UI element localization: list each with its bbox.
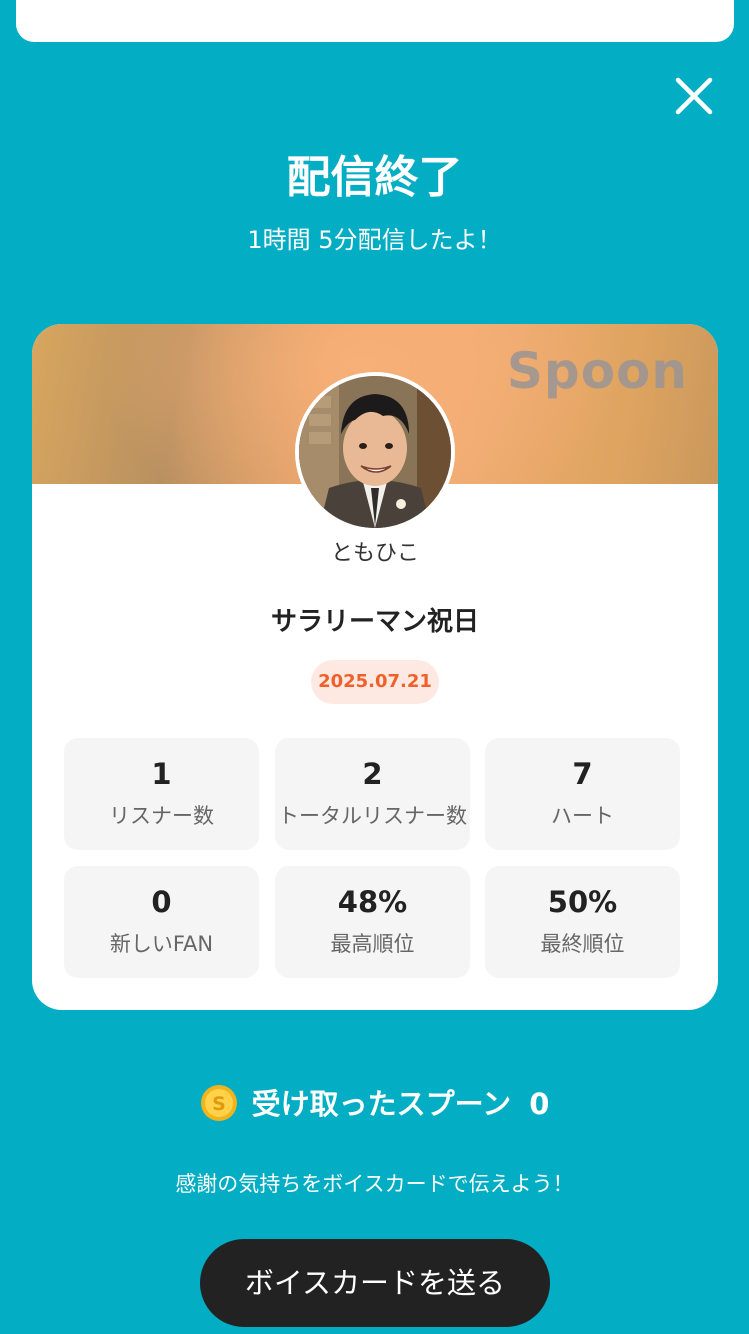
stat-label: 最終順位 [540,932,625,956]
stat-value: 0 [151,885,172,919]
stat-label: ハート [551,804,614,828]
stat-label: 新しいFAN [109,932,214,956]
page-title: 配信終了 [286,152,463,203]
close-button[interactable] [670,72,718,120]
duration-text: 1時間 5分配信したよ！ [247,226,502,254]
svg-text:S: S [212,1093,226,1115]
summary-card: Spoon ともひこ サラリーマン祝日 2025.07.21 1 リスナー数 2… [32,324,718,1010]
spoons-count: 0 [529,1087,550,1121]
send-voice-card-button[interactable]: ボイスカードを送る [200,1239,550,1327]
spoon-logo: Spoon [506,342,688,400]
stat-value: 50% [547,885,618,919]
stat-final-rank: 50% 最終順位 [485,866,680,978]
stat-listeners: 1 リスナー数 [64,738,259,850]
stat-label: トータルリスナー数 [278,804,467,828]
username: ともひこ [330,541,419,566]
stat-label: リスナー数 [109,804,214,828]
stat-total-listeners: 2 トータルリスナー数 [275,738,470,850]
stat-hearts: 7 ハート [485,738,680,850]
stat-value: 2 [362,757,383,791]
stat-value: 7 [572,757,593,791]
stat-new-fans: 0 新しいFAN [64,866,259,978]
stat-label: 最高順位 [330,932,415,956]
date-badge: 2025.07.21 [311,660,439,704]
stat-best-rank: 48% 最高順位 [275,866,470,978]
spoons-label: 受け取ったスプーン [251,1087,512,1121]
stat-value: 1 [151,757,172,791]
stream-title: サラリーマン祝日 [270,607,479,637]
thanks-message: 感謝の気持ちをボイスカードで伝えよう！ [175,1172,574,1196]
spoon-coin-icon: S [200,1084,238,1122]
close-icon [675,77,713,115]
top-sheet-edge [16,0,734,42]
avatar [295,372,455,532]
stat-value: 48% [337,885,408,919]
received-spoons: S 受け取ったスプーン 0 [0,1082,749,1126]
